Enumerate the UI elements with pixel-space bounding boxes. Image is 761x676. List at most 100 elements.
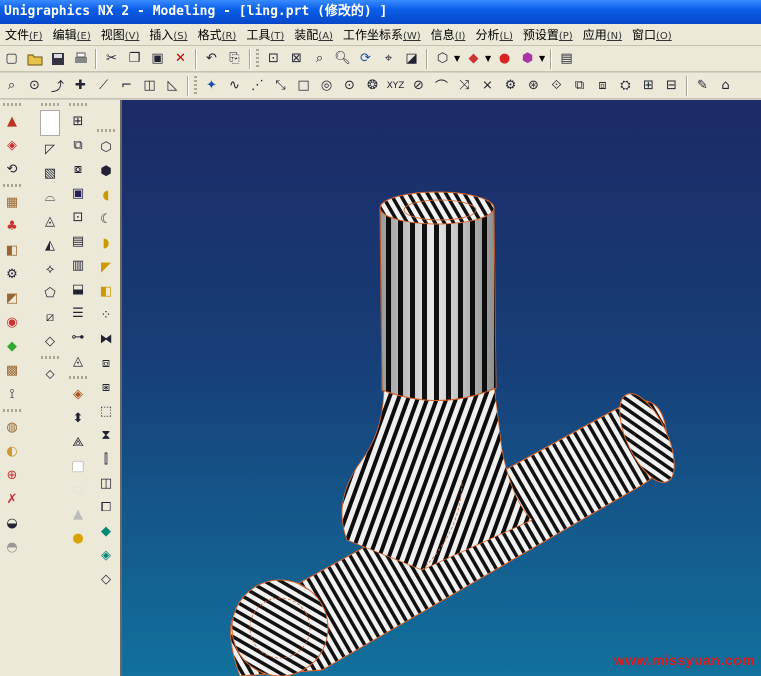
datum-csys-icon[interactable]: ⟁ [67, 431, 89, 453]
through-curves-icon[interactable]: ◸ [39, 138, 61, 160]
section-icon[interactable]: ⟐ [546, 75, 567, 96]
sew-icon[interactable]: ⧈ [95, 352, 117, 374]
color-dropdown-icon[interactable]: ▼ [485, 54, 493, 63]
unite-icon[interactable]: ◐ [1, 440, 23, 462]
intersect-icon[interactable]: ⨯ [477, 75, 498, 96]
toolbar-grip[interactable] [3, 409, 21, 412]
menu-analysis[interactable]: 分析(L) [470, 26, 517, 43]
face-blend-icon[interactable]: ☾ [95, 208, 117, 230]
n-sided-icon[interactable]: ⬠ [39, 282, 61, 304]
hollow-icon[interactable]: ◧ [95, 280, 117, 302]
edit-param2-icon[interactable]: ⧉ [67, 134, 89, 156]
menu-application[interactable]: 应用(N) [578, 26, 627, 43]
extension-icon[interactable]: ⬦ [39, 363, 61, 385]
view-icon[interactable]: ◪ [401, 48, 422, 69]
menu-format[interactable]: 格式(R) [193, 26, 242, 43]
cross-icon[interactable]: ✚ [70, 75, 91, 96]
surface-icon[interactable]: ◈ [1, 134, 23, 156]
trim-body-icon[interactable]: ◒ [1, 512, 23, 534]
graphics-viewport[interactable]: www.missyuan.com [120, 100, 761, 676]
cone-icon[interactable]: ▲ [67, 503, 89, 525]
text-icon[interactable]: XYZ [385, 75, 406, 96]
toolbar-grip[interactable] [3, 184, 21, 187]
simplify-body-icon[interactable]: ⧗ [95, 424, 117, 446]
suppress-icon[interactable]: ▥ [67, 254, 89, 276]
helix-icon[interactable]: ❂ [362, 75, 383, 96]
rotate-icon[interactable]: ⟳ [355, 48, 376, 69]
magnify-icon[interactable]: 🔍︎ [332, 48, 353, 69]
block-icon[interactable]: ■ [67, 455, 89, 477]
toolbar-grip[interactable] [256, 48, 259, 69]
zoom-window-icon[interactable]: ⊠ [286, 48, 307, 69]
trim-icon[interactable]: ⤡ [270, 75, 291, 96]
soft-blend-icon[interactable]: ◗ [95, 232, 117, 254]
mirror-icon[interactable]: ⧓ [95, 328, 117, 350]
pan-icon[interactable]: ⌖ [378, 48, 399, 69]
menu-view[interactable]: 视图(V) [96, 26, 145, 43]
groove-icon[interactable]: ◩ [1, 287, 23, 309]
toolbar-grip[interactable] [41, 356, 59, 359]
copy-icon[interactable]: ❐ [124, 48, 145, 69]
boss-icon[interactable]: ♣ [1, 215, 23, 237]
bridge-icon[interactable]: ⌒ [431, 75, 452, 96]
offset-surface-icon[interactable]: ⧄ [39, 306, 61, 328]
menu-assembly[interactable]: 装配(A) [289, 26, 338, 43]
patch-icon[interactable]: ⧆ [95, 376, 117, 398]
fit-icon[interactable]: ⊡ [263, 48, 284, 69]
menu-wcs[interactable]: 工作坐标系(W) [338, 26, 426, 43]
join-icon[interactable]: ⧈ [592, 75, 613, 96]
menu-edit[interactable]: 编辑(E) [48, 26, 96, 43]
point-set-icon[interactable]: ✦ [201, 75, 222, 96]
redo-icon[interactable]: ⎘ [224, 48, 245, 69]
section-surface-icon[interactable]: ◬ [39, 210, 61, 232]
undo-icon[interactable]: ↶ [201, 48, 222, 69]
corner-icon[interactable]: ⌐ [116, 75, 137, 96]
toolbar-grip[interactable] [194, 75, 197, 96]
hole-icon[interactable]: ◉ [1, 311, 23, 333]
ellipse-icon[interactable]: ⊙ [339, 75, 360, 96]
delete-icon[interactable]: ✕ [170, 48, 191, 69]
branch-pipe-top[interactable] [379, 191, 495, 225]
bounded-plane-icon[interactable]: ◭ [39, 234, 61, 256]
intersect-body-icon[interactable]: ✗ [1, 488, 23, 510]
toolbar-grip[interactable] [3, 103, 21, 106]
swept-icon[interactable]: ⌓ [39, 186, 61, 208]
datum-axis-icon[interactable]: ⬍ [67, 407, 89, 429]
cut-icon[interactable]: ✂ [101, 48, 122, 69]
menu-file[interactable]: 文件(F) [0, 26, 48, 43]
through-mesh-icon[interactable]: ▧ [39, 162, 61, 184]
menu-insert[interactable]: 插入(S) [144, 26, 192, 43]
shade-dropdown-icon[interactable]: ▼ [539, 54, 547, 63]
edit-curve-icon[interactable]: ⊟ [661, 75, 682, 96]
wrap-icon[interactable]: ⊛ [523, 75, 544, 96]
slot-icon[interactable]: ⚙ [1, 263, 23, 285]
toolbar-grip[interactable] [69, 103, 87, 106]
unsuppress-icon[interactable]: ⬓ [67, 278, 89, 300]
display-icon[interactable]: ⬡ [432, 48, 453, 69]
subtract-icon[interactable]: ⊕ [1, 464, 23, 486]
circle-icon[interactable]: ◎ [316, 75, 337, 96]
quilt-icon[interactable]: ◇ [39, 330, 61, 352]
expression-icon[interactable]: ☰ [67, 302, 89, 324]
simplify-icon[interactable]: ⛭ [615, 75, 636, 96]
solid-block-icon[interactable]: ⬡ [95, 136, 117, 158]
edge-blend-icon[interactable]: ◖ [95, 184, 117, 206]
edit-param-icon[interactable]: ✎ [692, 75, 713, 96]
replay-icon[interactable]: ▣ [67, 182, 89, 204]
update-icon[interactable]: ⊶ [67, 326, 89, 348]
tee-pipe-model[interactable] [122, 100, 761, 676]
wrap-geometry-icon[interactable]: ⬚ [95, 400, 117, 422]
instance-icon[interactable]: ⁘ [95, 304, 117, 326]
thread-icon[interactable]: ⟟ [1, 383, 23, 405]
draft-icon[interactable]: ◇ [95, 568, 117, 590]
form-feature-icon[interactable]: ▲ [1, 110, 23, 132]
spline-icon[interactable]: ◺ [162, 75, 183, 96]
open-icon[interactable] [24, 48, 45, 69]
project-icon[interactable]: ⤨ [454, 75, 475, 96]
save-icon[interactable] [47, 48, 68, 69]
menu-tools[interactable]: 工具(T) [241, 26, 289, 43]
sphere-icon[interactable]: ● [67, 527, 89, 549]
line-icon[interactable]: ⟋ [93, 75, 114, 96]
ruled-icon[interactable]: ⟡ [39, 258, 61, 280]
fillet-icon[interactable]: ⌂ [715, 75, 736, 96]
